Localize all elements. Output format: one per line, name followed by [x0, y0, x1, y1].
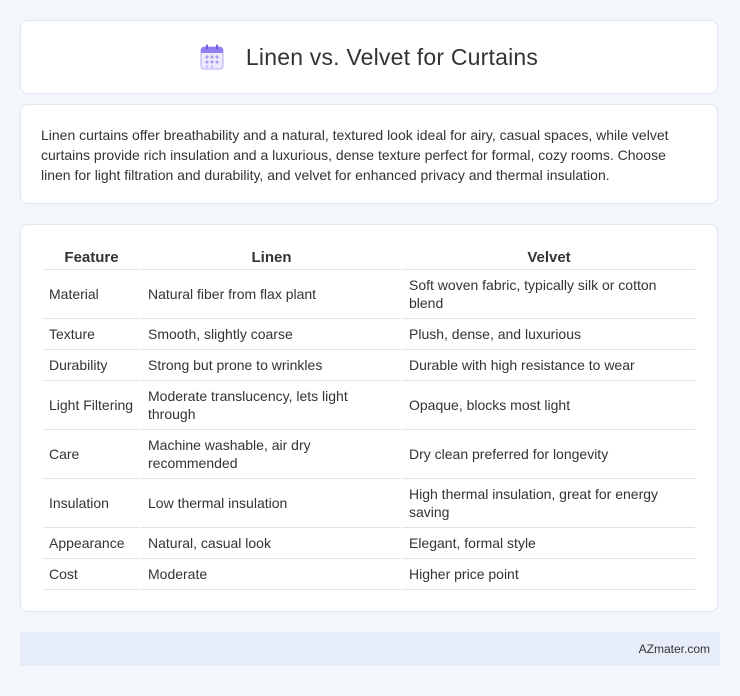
velvet-cell: Higher price point — [403, 559, 695, 590]
feature-cell: Material — [43, 270, 140, 319]
feature-cell: Durability — [43, 350, 140, 381]
velvet-cell: Opaque, blocks most light — [403, 381, 695, 430]
linen-cell: Natural fiber from flax plant — [142, 270, 401, 319]
feature-cell: Appearance — [43, 528, 140, 559]
velvet-cell: Dry clean preferred for longevity — [403, 430, 695, 479]
velvet-cell: Soft woven fabric, typically silk or cot… — [403, 270, 695, 319]
table-row: Light Filtering Moderate translucency, l… — [43, 381, 695, 430]
column-header-velvet: Velvet — [403, 245, 695, 270]
footer-brand[interactable]: AZmater.com — [639, 642, 710, 656]
calendar-icon — [200, 44, 224, 70]
feature-cell: Insulation — [43, 479, 140, 528]
velvet-cell: Durable with high resistance to wear — [403, 350, 695, 381]
table-header-row: Feature Linen Velvet — [43, 245, 695, 270]
linen-cell: Moderate translucency, lets light throug… — [142, 381, 401, 430]
linen-cell: Natural, casual look — [142, 528, 401, 559]
linen-cell: Machine washable, air dry recommended — [142, 430, 401, 479]
table-row: Appearance Natural, casual look Elegant,… — [43, 528, 695, 559]
title-card: Linen vs. Velvet for Curtains — [20, 20, 718, 94]
footer: AZmater.com — [20, 632, 720, 666]
linen-cell: Smooth, slightly coarse — [142, 319, 401, 350]
velvet-cell: Elegant, formal style — [403, 528, 695, 559]
column-header-linen: Linen — [142, 245, 401, 270]
feature-cell: Care — [43, 430, 140, 479]
velvet-cell: Plush, dense, and luxurious — [403, 319, 695, 350]
intro-card: Linen curtains offer breathability and a… — [20, 104, 718, 204]
velvet-cell: High thermal insulation, great for energ… — [403, 479, 695, 528]
comparison-table: Feature Linen Velvet Material Natural fi… — [41, 245, 697, 590]
table-row: Cost Moderate Higher price point — [43, 559, 695, 590]
linen-cell: Moderate — [142, 559, 401, 590]
table-row: Care Machine washable, air dry recommend… — [43, 430, 695, 479]
table-row: Insulation Low thermal insulation High t… — [43, 479, 695, 528]
table-row: Durability Strong but prone to wrinkles … — [43, 350, 695, 381]
table-row: Texture Smooth, slightly coarse Plush, d… — [43, 319, 695, 350]
comparison-card: Feature Linen Velvet Material Natural fi… — [20, 224, 718, 612]
feature-cell: Texture — [43, 319, 140, 350]
column-header-feature: Feature — [43, 245, 140, 270]
feature-cell: Cost — [43, 559, 140, 590]
linen-cell: Strong but prone to wrinkles — [142, 350, 401, 381]
page-title: Linen vs. Velvet for Curtains — [245, 43, 539, 70]
table-row: Material Natural fiber from flax plant S… — [43, 270, 695, 319]
intro-text: Linen curtains offer breathability and a… — [41, 127, 669, 183]
linen-cell: Low thermal insulation — [142, 479, 401, 528]
feature-cell: Light Filtering — [43, 381, 140, 430]
